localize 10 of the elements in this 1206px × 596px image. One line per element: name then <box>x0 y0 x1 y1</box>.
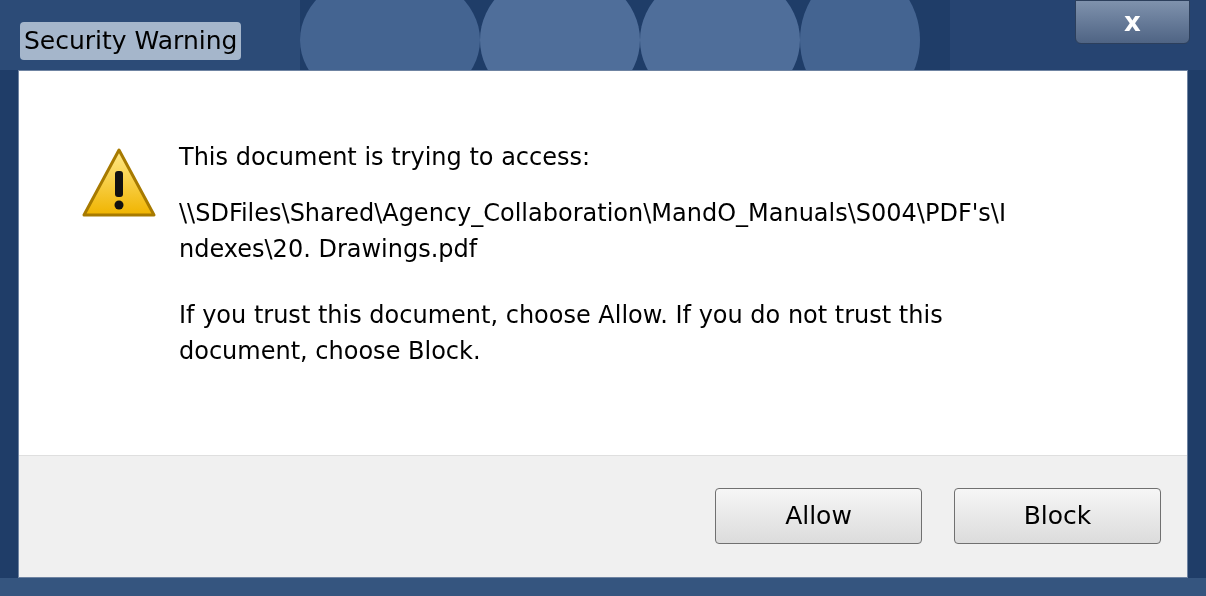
advice-text: document, choose Block. <box>179 336 482 367</box>
dialog-button[interactable]: Block <box>954 488 1161 544</box>
window-title: Security Warning <box>20 22 242 60</box>
message-heading: This document is trying to access: <box>179 142 592 173</box>
warning-icon <box>81 147 157 219</box>
close-button[interactable]: x <box>1075 0 1190 44</box>
file-path: ndexes\20. Drawings.pdf <box>179 234 479 265</box>
advice-text: If you trust this document, choose Allow. If you do not trust this <box>179 300 944 331</box>
dialog-button[interactable]: Allow <box>715 488 922 544</box>
file-path: \\SDFiles\Shared\Agency_Collaboration\MandO_Manuals\S004\PDF's\I <box>179 198 1006 229</box>
